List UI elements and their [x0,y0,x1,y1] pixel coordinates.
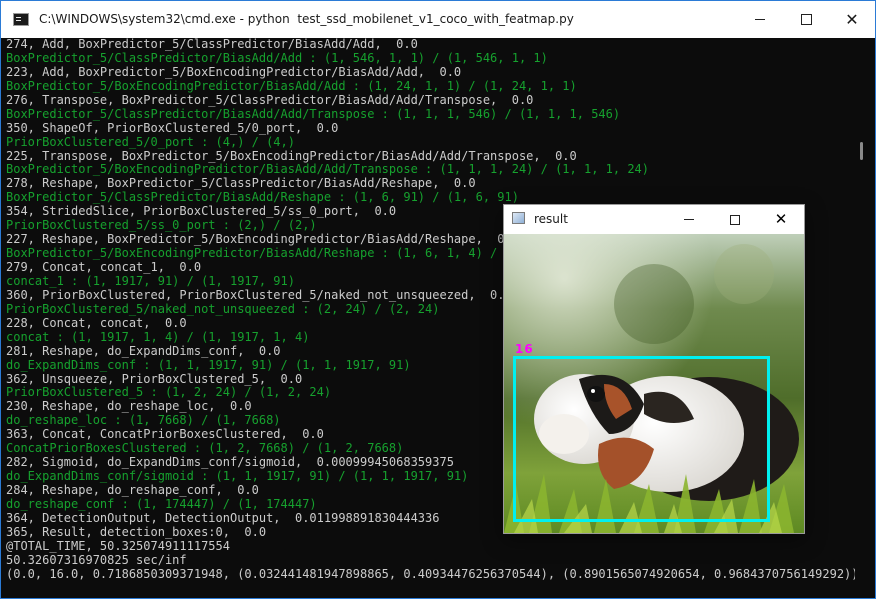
console-line: 276, Transpose, BoxPredictor_5/ClassPred… [6,92,534,107]
close-button[interactable]: ✕ [829,1,875,38]
minimize-icon [755,19,765,20]
maximize-icon [730,214,740,225]
scrollbar-thumb[interactable] [860,142,863,160]
console-line: (0.0, 16.0, 0.7186850309371948, (0.03244… [6,566,855,581]
detection-image: 16 [504,234,804,533]
minimize-button[interactable] [737,1,783,38]
result-title-bar[interactable]: result ✕ [504,205,804,234]
result-close-button[interactable]: ✕ [758,205,804,234]
console-line: BoxPredictor_5/ClassPredictor/BiasAdd/Ad… [6,50,548,65]
console-line: BoxPredictor_5/BoxEncodingPredictor/Bias… [6,162,649,177]
cmd-title-bar[interactable]: C:\WINDOWS\system32\cmd.exe - python tes… [1,1,875,38]
detection-bounding-box [513,356,770,522]
console-line: 350, ShapeOf, PriorBoxClustered_5/0_port… [6,120,339,135]
result-minimize-button[interactable] [666,205,712,234]
close-icon: ✕ [845,9,859,29]
maximize-button[interactable] [783,1,829,38]
console-line: 50.32607316970825 sec/inf [6,552,187,567]
console-line: 278, Reshape, BoxPredictor_5/ClassPredic… [6,176,476,191]
console-line: 274, Add, BoxPredictor_5/ClassPredictor/… [6,38,418,51]
image-window-icon [512,212,525,224]
console-line: @TOTAL_TIME, 50.325074911117554 [6,538,230,553]
result-window: result ✕ 16 [503,204,805,534]
console-line: BoxPredictor_5/ClassPredictor/BiasAdd/Ad… [6,106,621,121]
cmd-window-title: C:\WINDOWS\system32\cmd.exe - python tes… [39,12,574,26]
console-line: PriorBoxClustered_5/0_port : (4,) / (4,) [6,134,295,149]
detection-class-label: 16 [515,342,534,356]
minimize-icon [684,219,694,220]
result-maximize-button[interactable] [712,205,758,234]
console-line: BoxPredictor_5/BoxEncodingPredictor/Bias… [6,78,577,93]
close-icon: ✕ [774,210,788,228]
vertical-scrollbar[interactable] [855,38,875,598]
result-window-title: result [534,212,568,226]
console-icon [13,13,29,26]
maximize-icon [800,14,812,25]
console-line: 223, Add, BoxPredictor_5/BoxEncodingPred… [6,64,462,79]
console-line: 225, Transpose, BoxPredictor_5/BoxEncodi… [6,148,577,163]
